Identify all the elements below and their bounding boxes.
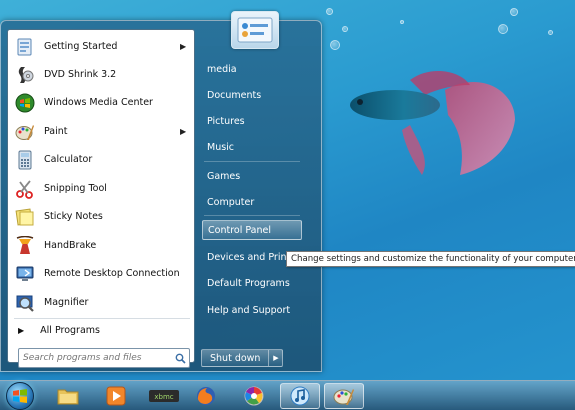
windows-explorer-icon <box>57 389 79 405</box>
program-label: Getting Started <box>44 41 118 52</box>
desktop-bubble <box>548 30 553 35</box>
link-label: Music <box>207 141 235 153</box>
firefox-icon <box>197 387 215 405</box>
taskbar-firefox[interactable] <box>186 383 226 409</box>
desktop-bubble <box>330 40 340 50</box>
submenu-arrow-icon: ▶ <box>180 42 187 51</box>
program-windows-media-center[interactable]: Windows Media Center <box>10 89 192 116</box>
program-label: DVD Shrink 3.2 <box>44 69 117 80</box>
desktop-bubble <box>342 26 348 32</box>
desktop-bubble <box>498 24 508 34</box>
program-snipping-tool[interactable]: Snipping Tool <box>10 175 192 202</box>
search-icon[interactable] <box>171 353 189 364</box>
remote-desktop-icon <box>13 262 37 286</box>
taskbar-windows-explorer[interactable] <box>48 383 88 409</box>
start-button[interactable] <box>6 382 34 410</box>
program-label: Paint <box>44 126 68 137</box>
link-label: Games <box>207 170 241 182</box>
taskbar: xbmc <box>0 380 575 410</box>
program-label: HandBrake <box>44 240 97 251</box>
search-box[interactable] <box>18 348 190 368</box>
program-magnifier[interactable]: Magnifier <box>10 289 192 316</box>
programs-separator <box>14 318 190 319</box>
link-label: Help and Support <box>207 304 291 316</box>
link-label: Pictures <box>207 115 245 127</box>
all-programs-label: All Programs <box>40 324 100 336</box>
windows-logo-icon <box>13 389 27 403</box>
sticky-notes-icon <box>13 205 37 229</box>
taskbar-itunes[interactable] <box>280 383 320 409</box>
desktop-bubble <box>400 20 404 24</box>
desktop-bubble <box>326 8 333 15</box>
program-label: Sticky Notes <box>44 211 103 222</box>
picasa-icon <box>244 386 264 406</box>
link-games[interactable]: Games <box>202 166 302 186</box>
taskbar-picasa[interactable] <box>234 383 274 409</box>
link-documents[interactable]: Documents <box>202 85 302 105</box>
link-label: Computer <box>207 196 255 208</box>
shutdown-group: Shut down ▶ <box>201 349 284 367</box>
betta-fish-wallpaper <box>350 70 515 175</box>
shutdown-button[interactable]: Shut down <box>201 349 270 367</box>
start-menu: Getting Started ▶ DVD Shrink 3.2 Windows… <box>0 11 322 372</box>
calculator-icon <box>13 148 37 172</box>
link-computer[interactable]: Computer <box>202 192 302 212</box>
program-label: Remote Desktop Connection <box>44 268 180 279</box>
shutdown-label: Shut down <box>210 352 261 364</box>
link-default-programs[interactable]: Default Programs <box>202 273 302 293</box>
link-label: media <box>207 63 237 75</box>
paint-icon <box>333 389 354 405</box>
all-programs-button[interactable]: ▶ All Programs <box>10 320 192 340</box>
link-pictures[interactable]: Pictures <box>202 111 302 131</box>
control-panel-picture-icon <box>237 17 273 43</box>
program-handbrake[interactable]: HandBrake <box>10 232 192 259</box>
link-label: Control Panel <box>208 224 271 236</box>
programs-pane: Getting Started ▶ DVD Shrink 3.2 Windows… <box>7 29 195 368</box>
link-control-panel[interactable]: Control Panel <box>202 220 302 240</box>
program-calculator[interactable]: Calculator <box>10 146 192 173</box>
dvd-shrink-icon <box>13 63 37 87</box>
program-dvd-shrink[interactable]: DVD Shrink 3.2 <box>10 61 192 88</box>
program-label: Snipping Tool <box>44 183 107 194</box>
media-center-icon <box>13 91 37 115</box>
link-media[interactable]: media <box>202 59 302 79</box>
handbrake-icon <box>13 234 37 258</box>
user-picture[interactable] <box>231 11 279 49</box>
program-label: Calculator <box>44 154 93 165</box>
program-remote-desktop[interactable]: Remote Desktop Connection <box>10 260 192 287</box>
itunes-icon <box>290 386 310 406</box>
link-help-and-support[interactable]: Help and Support <box>202 300 302 320</box>
link-label: Documents <box>207 89 262 101</box>
media-player-icon <box>106 386 126 406</box>
right-separator <box>204 215 300 216</box>
program-sticky-notes[interactable]: Sticky Notes <box>10 203 192 230</box>
taskbar-xbmc[interactable]: xbmc <box>144 383 184 409</box>
taskbar-media-player[interactable] <box>96 383 136 409</box>
expand-arrow-icon: ▶ <box>18 325 25 335</box>
taskbar-paint[interactable] <box>324 383 364 409</box>
submenu-arrow-icon: ▶ <box>180 127 187 136</box>
link-label: Default Programs <box>207 277 290 289</box>
search-input[interactable] <box>19 350 171 366</box>
getting-started-icon <box>13 35 37 59</box>
chevron-right-icon: ▶ <box>273 354 279 362</box>
program-getting-started[interactable]: Getting Started ▶ <box>10 33 192 60</box>
program-label: Magnifier <box>44 297 89 308</box>
shutdown-options-button[interactable]: ▶ <box>269 349 284 367</box>
paint-icon <box>13 120 37 144</box>
control-panel-tooltip: Change settings and customize the functi… <box>286 251 575 267</box>
xbmc-icon: xbmc <box>149 390 179 402</box>
magnifier-icon <box>13 291 37 315</box>
right-separator <box>204 161 300 162</box>
program-paint[interactable]: Paint ▶ <box>10 118 192 145</box>
snipping-tool-icon <box>13 177 37 201</box>
program-label: Windows Media Center <box>44 97 153 108</box>
link-music[interactable]: Music <box>202 137 302 157</box>
svg-text:xbmc: xbmc <box>154 393 173 401</box>
desktop-bubble <box>510 8 518 16</box>
tooltip-text: Change settings and customize the functi… <box>291 254 575 264</box>
